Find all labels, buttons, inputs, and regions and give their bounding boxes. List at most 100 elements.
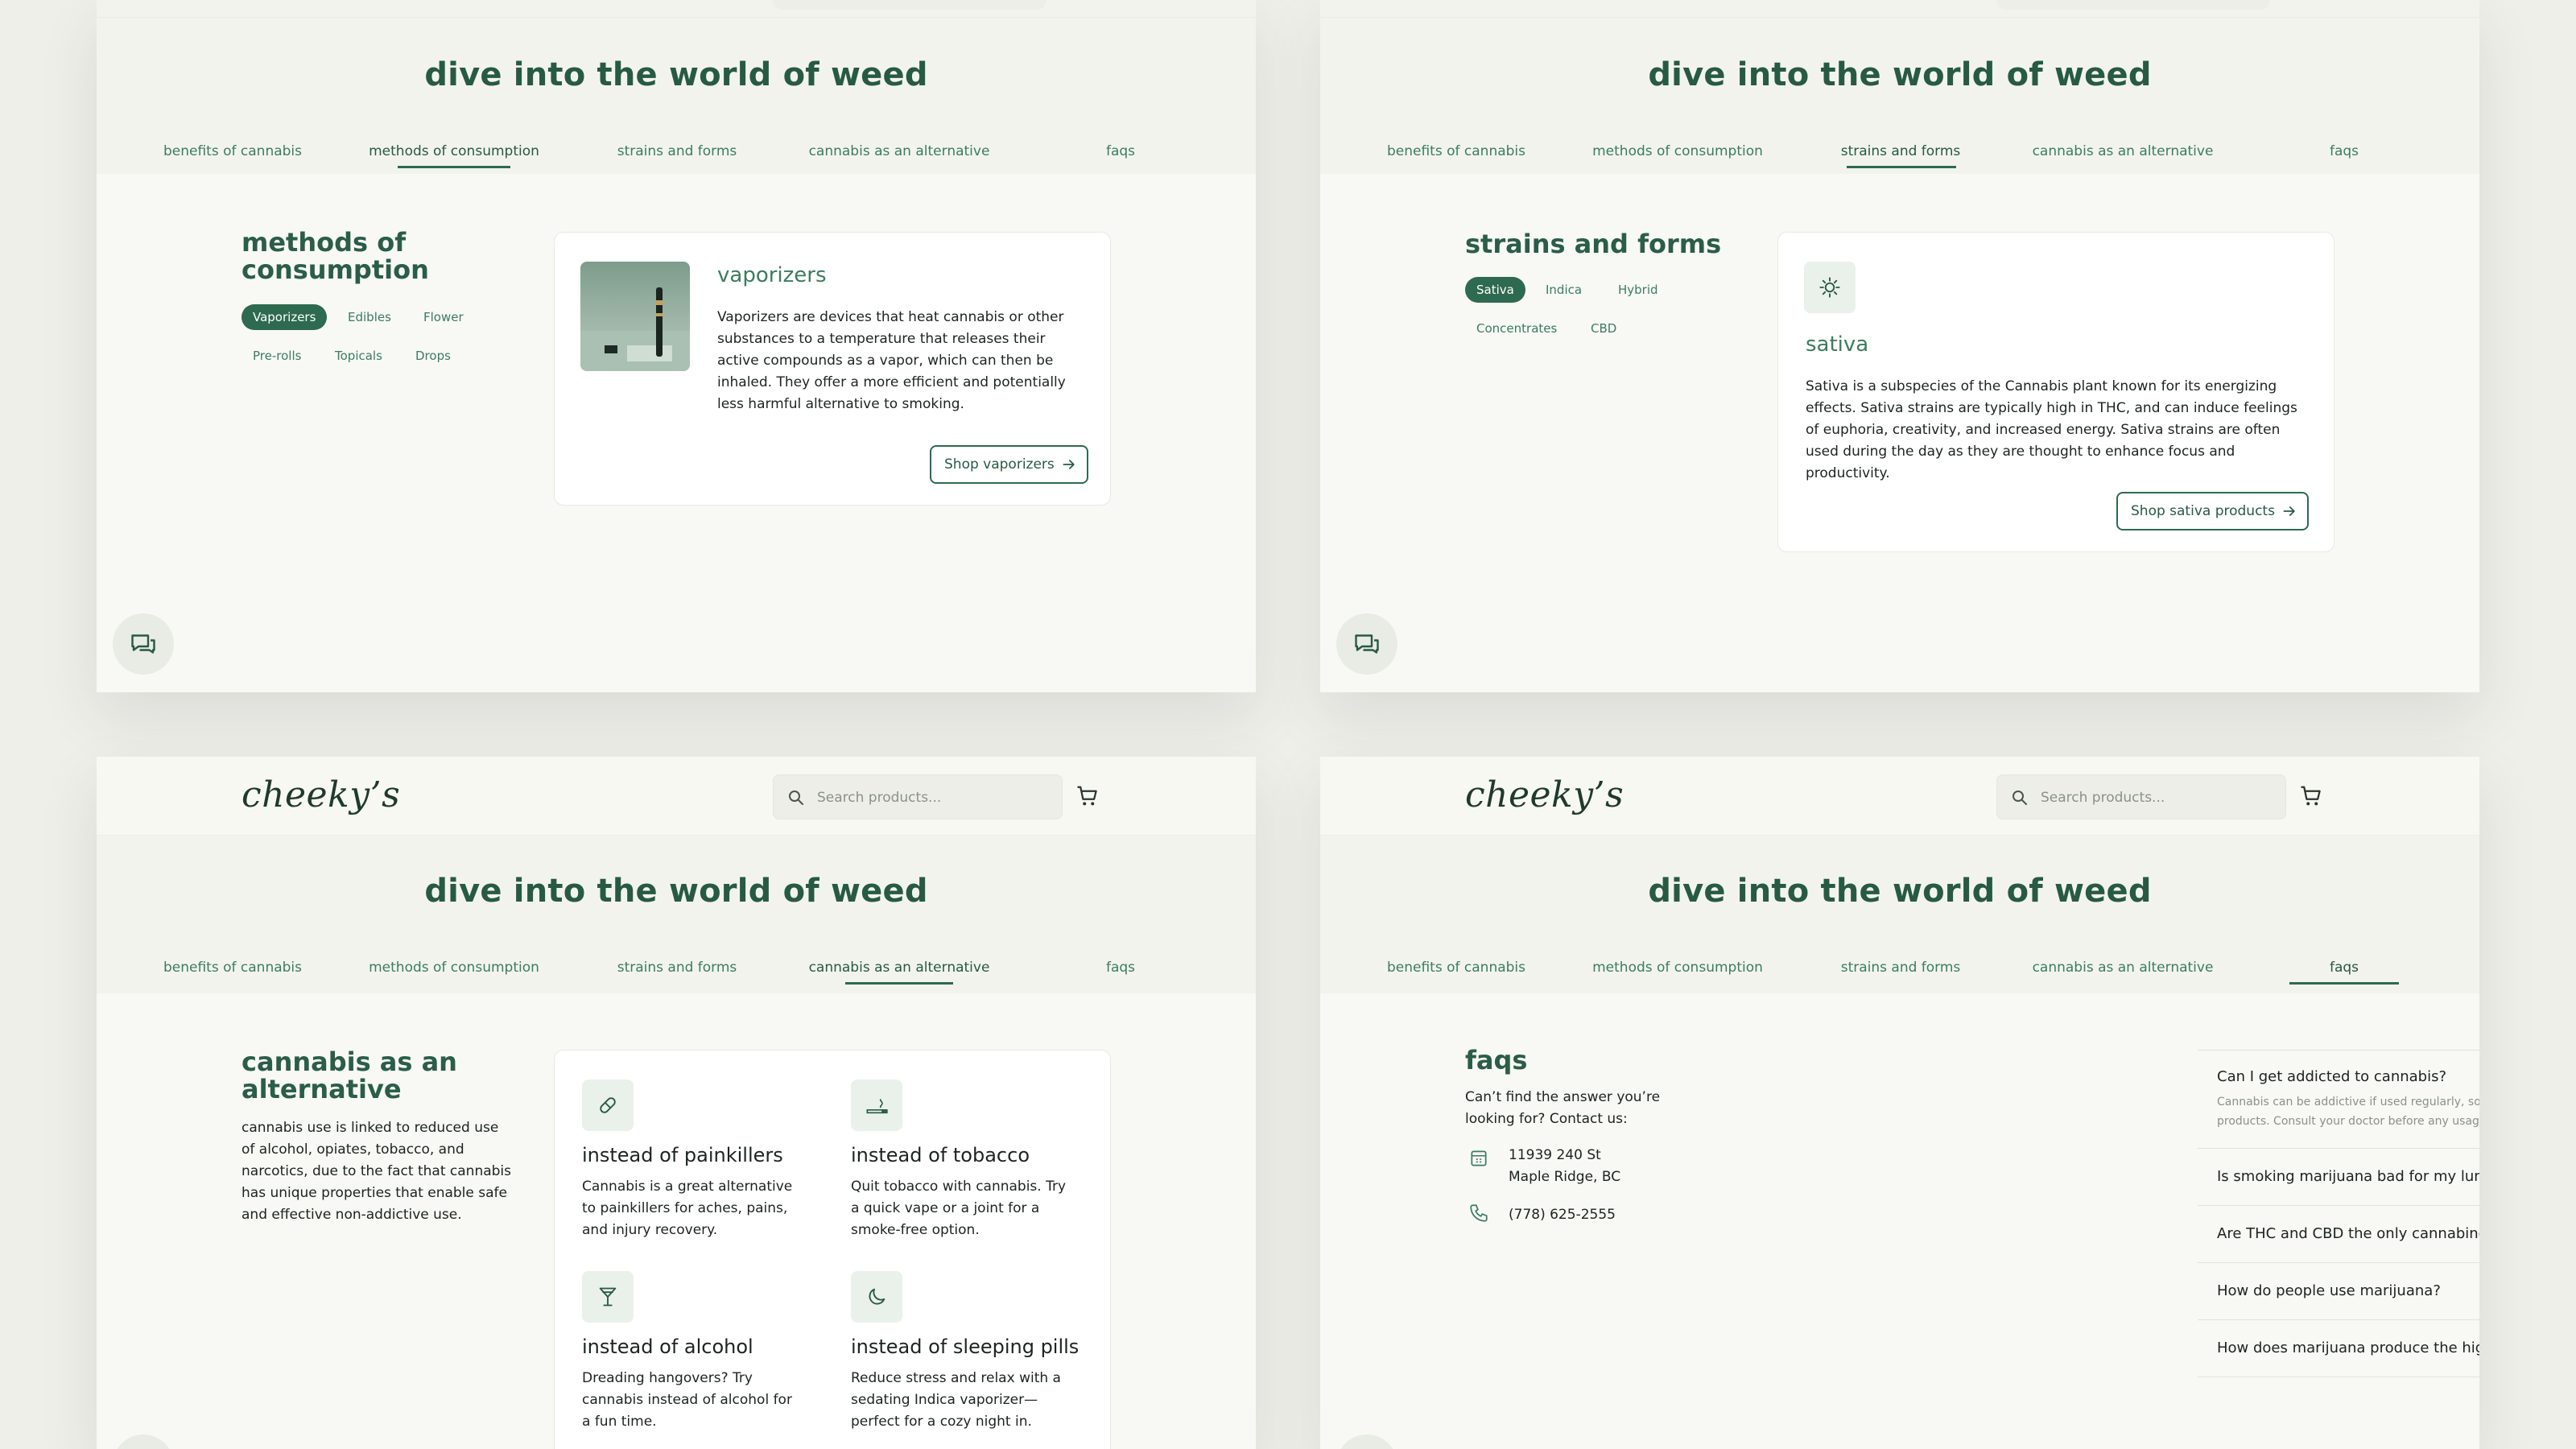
chip-flower[interactable]: Flower: [412, 304, 475, 330]
tab-strains[interactable]: strains and forms: [617, 143, 737, 159]
faq-item[interactable]: How do people use marijuana?: [2198, 1262, 2479, 1319]
arrow-right-icon: [2283, 506, 2295, 516]
product-card: vaporizers Vaporizers are devices that h…: [554, 232, 1111, 506]
tab-strains[interactable]: strains and forms: [1841, 143, 1961, 159]
search-input[interactable]: Search products...: [817, 790, 941, 806]
alt-body-sleeping-pills: Reduce stress and relax with a sedating …: [851, 1370, 1061, 1430]
alt-body-painkillers: Cannabis is a great alternative to paink…: [582, 1179, 793, 1238]
sleep-icon-box: [851, 1271, 902, 1323]
tab-benefits[interactable]: benefits of cannabis: [1387, 143, 1525, 159]
address-line-1: 11939 240 St: [1509, 1147, 1601, 1163]
chip-indica[interactable]: Indica: [1534, 277, 1593, 303]
card-title: sativa: [1806, 332, 1869, 357]
section-title: cannabis as an alternative: [242, 1046, 457, 1104]
active-tab-indicator: [845, 982, 953, 985]
alt-title-sleeping-pills: instead of sleeping pills: [851, 1335, 1080, 1358]
tab-faqs[interactable]: faqs: [2330, 960, 2359, 976]
screen-alternative: cheeky’s Search products... dive into th…: [97, 757, 1256, 1449]
tab-alternative[interactable]: cannabis as an alternative: [2033, 960, 2214, 976]
section-title: methods of consumption: [242, 227, 429, 285]
chip-hybrid[interactable]: Hybrid: [1607, 277, 1670, 303]
faq-item[interactable]: Are THC and CBD the only cannabinoids?: [2198, 1205, 2479, 1262]
tab-alternative[interactable]: cannabis as an alternative: [809, 960, 990, 976]
chat-icon: [131, 634, 155, 654]
active-tab-indicator: [1847, 166, 1956, 168]
hero-title: dive into the world of weed: [1648, 873, 2152, 910]
faq-item[interactable]: Is smoking marijuana bad for my lungs?: [2198, 1148, 2479, 1205]
address-line-2: Maple Ridge, BC: [1509, 1169, 1621, 1185]
vaporizer-image: [580, 262, 690, 371]
tab-benefits[interactable]: benefits of cannabis: [163, 143, 302, 159]
section-title: strains and forms: [1465, 229, 1722, 259]
logo[interactable]: cheeky’s: [1465, 774, 1624, 815]
chip-cbd[interactable]: CBD: [1579, 316, 1628, 341]
tab-benefits[interactable]: benefits of cannabis: [163, 960, 302, 976]
chat-button[interactable]: [113, 613, 174, 675]
logo[interactable]: cheeky’s: [242, 774, 400, 815]
chat-icon: [1355, 634, 1379, 654]
search-bar[interactable]: Search products...: [773, 774, 1063, 819]
tab-strains[interactable]: strains and forms: [1841, 960, 1961, 976]
tab-bar: benefits of cannabis methods of consumpt…: [97, 952, 1256, 985]
hero: dive into the world of weed benefits of …: [97, 836, 1256, 993]
section-title: faqs: [1465, 1045, 1528, 1075]
tab-benefits[interactable]: benefits of cannabis: [1387, 960, 1525, 976]
faq-question: Is smoking marijuana bad for my lungs?: [2217, 1168, 2479, 1185]
search-bar[interactable]: Search products...: [1996, 774, 2286, 819]
tab-faqs[interactable]: faqs: [1106, 960, 1135, 976]
sun-icon: [1819, 277, 1840, 298]
hero-title: dive into the world of weed: [424, 56, 928, 93]
tab-methods[interactable]: methods of consumption: [369, 960, 539, 976]
tab-methods[interactable]: methods of consumption: [369, 143, 539, 159]
cart-icon[interactable]: [2299, 784, 2323, 808]
chip-drops[interactable]: Drops: [404, 343, 462, 369]
pill-icon: [600, 1097, 616, 1113]
strain-card: sativa Sativa is a subspecies of the Can…: [1777, 232, 2334, 552]
search-icon: [2013, 791, 2027, 805]
faq-contact-prompt: Can’t find the answer you’re looking for…: [1465, 1089, 1661, 1127]
tab-bar: benefits of cannabis methods of consumpt…: [1320, 135, 2479, 168]
chip-sativa[interactable]: Sativa: [1465, 277, 1525, 303]
search-edge: [773, 0, 1046, 10]
active-tab-indicator: [398, 166, 510, 168]
faq-question: How does marijuana produce the high?: [2217, 1340, 2479, 1356]
chat-button[interactable]: [113, 1435, 174, 1449]
alternatives-card: instead of painkillers Cannabis is a gre…: [554, 1050, 1111, 1449]
tab-faqs[interactable]: faqs: [2330, 143, 2359, 159]
tab-alternative[interactable]: cannabis as an alternative: [809, 143, 990, 159]
tab-methods[interactable]: methods of consumption: [1592, 143, 1763, 159]
faq-item[interactable]: How does marijuana produce the high?: [2198, 1319, 2479, 1377]
tab-strains[interactable]: strains and forms: [617, 960, 737, 976]
hero: dive into the world of weed benefits of …: [97, 18, 1256, 174]
shop-button[interactable]: Shop vaporizers: [930, 445, 1088, 484]
faq-item-open[interactable]: Can I get addicted to cannabis? Cannabis…: [2198, 1050, 2479, 1148]
chat-button[interactable]: [1336, 1435, 1397, 1449]
alt-body-tobacco: Quit tobacco with cannabis. Try a quick …: [851, 1179, 1067, 1238]
hero: dive into the world of weed benefits of …: [1320, 18, 2479, 174]
tab-alternative[interactable]: cannabis as an alternative: [2033, 143, 2214, 159]
chip-vaporizers[interactable]: Vaporizers: [242, 304, 328, 330]
alt-body-alcohol: Dreading hangovers? Try cannabis instead…: [582, 1370, 792, 1430]
chip-topicals[interactable]: Topicals: [324, 343, 394, 369]
chip-concentrates[interactable]: Concentrates: [1465, 316, 1568, 341]
tab-methods[interactable]: methods of consumption: [1592, 960, 1763, 976]
screen-strains: dive into the world of weed benefits of …: [1320, 0, 2479, 692]
chip-pre-rolls[interactable]: Pre-rolls: [242, 343, 312, 369]
alt-title-painkillers: instead of painkillers: [582, 1144, 783, 1166]
shop-button-label: Shop vaporizers: [944, 456, 1055, 473]
shop-button[interactable]: Shop sativa products: [2116, 492, 2309, 530]
header-edge: [1320, 0, 2479, 18]
hero: dive into the world of weed benefits of …: [1320, 836, 2479, 993]
phone-number[interactable]: (778) 625-2555: [1509, 1204, 1616, 1226]
screen-faqs: cheeky’s Search products... dive into th…: [1320, 757, 2479, 1449]
phone-icon: [1470, 1204, 1488, 1222]
header-edge: [97, 0, 1256, 18]
chat-button[interactable]: [1336, 613, 1397, 675]
search-input[interactable]: Search products...: [2041, 790, 2165, 806]
cart-icon[interactable]: [1075, 784, 1100, 808]
tab-faqs[interactable]: faqs: [1106, 143, 1135, 159]
painkillers-icon-box: [582, 1080, 634, 1131]
search-icon: [789, 791, 803, 805]
chip-edibles[interactable]: Edibles: [336, 304, 402, 330]
faq-question: Can I get addicted to cannabis?: [2217, 1068, 2447, 1085]
